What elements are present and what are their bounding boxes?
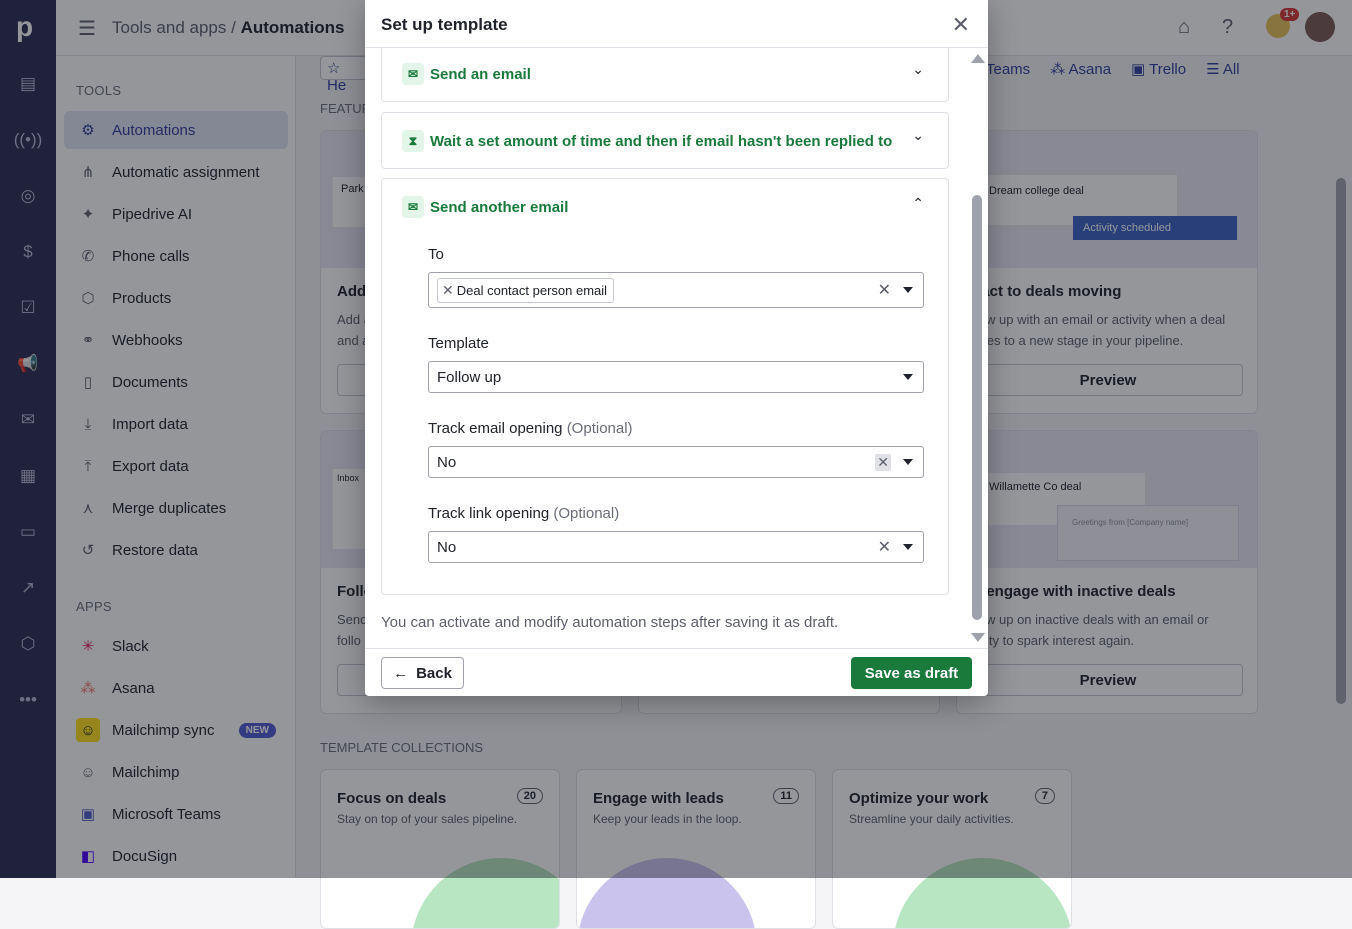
recipient-chip: ✕ Deal contact person email: [437, 277, 615, 303]
chevron-up-icon[interactable]: ⌃: [912, 195, 924, 212]
to-field[interactable]: ✕ Deal contact person email ✕: [428, 272, 924, 308]
optional-hint: (Optional): [553, 505, 620, 522]
optional-hint: (Optional): [566, 420, 633, 437]
clear-icon[interactable]: ✕: [878, 537, 891, 557]
envelope-icon: ✉: [402, 63, 424, 85]
step-label: Send an email: [430, 65, 531, 83]
back-label: Back: [416, 664, 452, 682]
dropdown-arrow-icon[interactable]: [903, 544, 913, 550]
arrow-left-icon: ←: [393, 664, 409, 682]
template-select[interactable]: Follow up: [428, 361, 924, 393]
track-email-select[interactable]: No ✕: [428, 446, 924, 478]
dropdown-arrow-icon[interactable]: [903, 459, 913, 465]
modal-body: ✉ Send an email ⌄ ⧗ Wait a set amount of t…: [365, 48, 988, 648]
scroll-up-arrow-icon[interactable]: [971, 54, 985, 63]
clear-icon[interactable]: ✕: [878, 280, 891, 300]
step-header[interactable]: ✉ Send an email: [402, 63, 531, 85]
setup-template-modal: Set up template ✕ ✉ Send an email ⌄ ⧗ Wait…: [365, 0, 988, 696]
dropdown-arrow-icon[interactable]: [903, 374, 913, 380]
close-icon[interactable]: ✕: [952, 12, 970, 38]
save-as-draft-button[interactable]: Save as draft: [851, 657, 972, 689]
track-link-value: No: [437, 538, 457, 556]
back-button[interactable]: ← Back: [381, 657, 464, 689]
modal-header: Set up template ✕: [365, 0, 988, 48]
chip-label: Deal contact person email: [456, 282, 608, 298]
envelope-icon: ✉: [402, 196, 424, 218]
chevron-down-icon[interactable]: ⌄: [912, 127, 924, 144]
template-label: Template: [428, 335, 489, 352]
step-header[interactable]: ✉ Send another email: [402, 196, 568, 218]
track-email-label: Track email opening (Optional): [428, 420, 633, 437]
modal-scrollbar[interactable]: [971, 50, 985, 646]
track-email-value: No: [437, 453, 457, 471]
modal-scrollbar-thumb[interactable]: [972, 195, 982, 620]
scroll-down-arrow-icon[interactable]: [971, 633, 985, 642]
step-label: Wait a set amount of time and then if em…: [430, 132, 893, 150]
to-label: To: [428, 246, 444, 263]
step-wait[interactable]: ⧗ Wait a set amount of time and then if e…: [381, 112, 949, 169]
label-text: Track link opening: [428, 505, 550, 522]
track-link-label: Track link opening (Optional): [428, 505, 619, 522]
remove-chip-icon[interactable]: ✕: [442, 282, 454, 299]
label-text: Track email opening: [428, 420, 563, 437]
hourglass-icon: ⧗: [402, 130, 424, 152]
chevron-down-icon[interactable]: ⌄: [912, 61, 924, 78]
step-send-another-email: ✉ Send another email ⌃ To ✕ Deal contact p…: [381, 178, 949, 595]
dropdown-arrow-icon[interactable]: [903, 287, 913, 293]
template-value: Follow up: [437, 368, 502, 386]
clear-icon[interactable]: ✕: [875, 453, 891, 471]
step-send-email[interactable]: ✉ Send an email ⌄: [381, 48, 949, 102]
info-note: You can activate and modify automation s…: [381, 614, 839, 631]
track-link-select[interactable]: No ✕: [428, 531, 924, 563]
modal-title: Set up template: [381, 15, 508, 34]
modal-footer: ← Back Save as draft: [365, 648, 988, 696]
step-header[interactable]: ⧗ Wait a set amount of time and then if e…: [402, 130, 892, 152]
step-label: Send another email: [430, 198, 569, 216]
